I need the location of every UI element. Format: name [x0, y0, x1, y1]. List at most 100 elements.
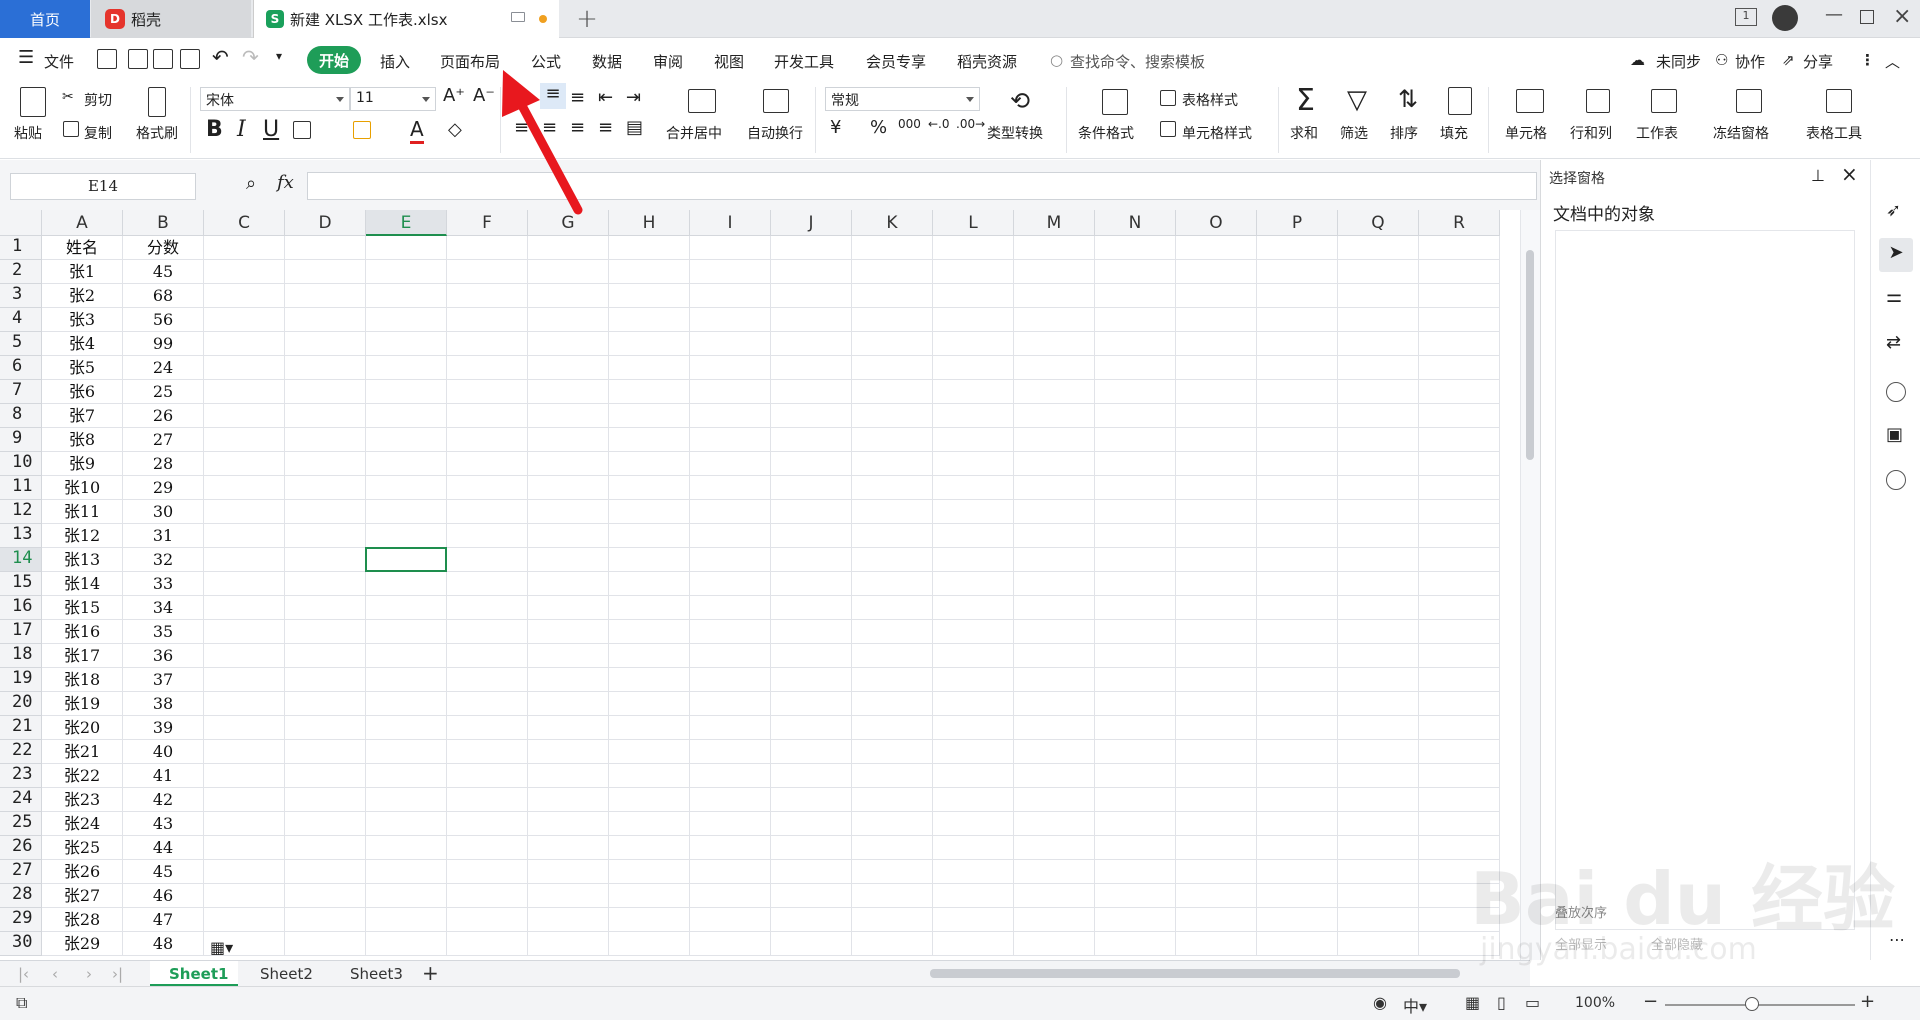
table-cell[interactable] — [285, 428, 366, 452]
table-cell[interactable]: 张15 — [42, 596, 123, 620]
table-cell[interactable] — [447, 908, 528, 932]
table-cell[interactable] — [1095, 884, 1176, 908]
table-cell[interactable] — [1095, 836, 1176, 860]
table-cell[interactable] — [1257, 908, 1338, 932]
table-cell[interactable] — [1176, 380, 1257, 404]
restore-icon[interactable] — [1860, 10, 1874, 24]
table-cell[interactable] — [1014, 572, 1095, 596]
table-cell[interactable] — [285, 860, 366, 884]
table-cell[interactable] — [771, 884, 852, 908]
table-cell[interactable] — [690, 764, 771, 788]
table-cell[interactable] — [204, 428, 285, 452]
avatar[interactable] — [1772, 5, 1798, 31]
window-count-icon[interactable]: 1 — [1735, 8, 1757, 26]
table-cell[interactable] — [771, 524, 852, 548]
table-cell[interactable] — [1014, 308, 1095, 332]
table-cell[interactable] — [933, 908, 1014, 932]
table-cell[interactable] — [609, 428, 690, 452]
table-cell[interactable] — [1419, 524, 1500, 548]
table-cell[interactable] — [1257, 692, 1338, 716]
table-cell[interactable]: 35 — [123, 620, 204, 644]
table-cell[interactable] — [204, 524, 285, 548]
table-cell[interactable] — [771, 404, 852, 428]
table-cell[interactable] — [771, 284, 852, 308]
table-cell[interactable] — [1014, 644, 1095, 668]
table-cell[interactable]: 48 — [123, 932, 204, 956]
zoom-slider[interactable] — [1665, 1004, 1855, 1006]
table-cell[interactable] — [609, 668, 690, 692]
table-cell[interactable] — [528, 932, 609, 956]
table-tools-button[interactable]: 表格工具 — [1806, 123, 1862, 143]
row-header[interactable]: 2 — [0, 260, 42, 284]
lightning-icon[interactable] — [1886, 470, 1906, 490]
table-cell[interactable] — [933, 764, 1014, 788]
table-cell[interactable] — [852, 716, 933, 740]
table-cell[interactable] — [285, 404, 366, 428]
table-cell[interactable] — [771, 932, 852, 956]
table-cell[interactable] — [852, 908, 933, 932]
cell-button[interactable]: 单元格 — [1505, 123, 1547, 143]
table-cell[interactable] — [1176, 308, 1257, 332]
table-cell[interactable] — [1338, 692, 1419, 716]
table-cell[interactable] — [1419, 260, 1500, 284]
table-cell[interactable] — [1095, 788, 1176, 812]
table-cell[interactable] — [1095, 308, 1176, 332]
column-header-G[interactable]: G — [528, 210, 609, 236]
table-cell[interactable]: 39 — [123, 716, 204, 740]
table-cell[interactable] — [1014, 500, 1095, 524]
row-header[interactable]: 24 — [0, 788, 42, 812]
table-cell[interactable] — [1176, 740, 1257, 764]
table-cell[interactable] — [690, 668, 771, 692]
redo-icon[interactable]: ↷ — [242, 45, 259, 69]
table-cell[interactable] — [204, 404, 285, 428]
table-cell[interactable] — [366, 260, 447, 284]
table-cell[interactable] — [204, 284, 285, 308]
table-cell[interactable] — [1014, 860, 1095, 884]
table-cell[interactable] — [933, 788, 1014, 812]
table-cell[interactable] — [1176, 428, 1257, 452]
table-cell[interactable] — [1419, 572, 1500, 596]
table-cell[interactable] — [771, 572, 852, 596]
table-cell[interactable] — [771, 788, 852, 812]
table-cell[interactable] — [366, 596, 447, 620]
table-cell[interactable] — [528, 356, 609, 380]
table-cell[interactable]: 32 — [123, 548, 204, 572]
table-cell[interactable]: 38 — [123, 692, 204, 716]
table-cell[interactable] — [1014, 884, 1095, 908]
table-cell[interactable] — [771, 716, 852, 740]
sync-status[interactable]: 未同步 — [1656, 51, 1701, 72]
table-cell[interactable] — [1257, 812, 1338, 836]
currency-icon[interactable]: ¥ — [830, 117, 841, 138]
table-cell[interactable] — [1014, 380, 1095, 404]
table-cell[interactable]: 34 — [123, 596, 204, 620]
table-cell[interactable] — [933, 692, 1014, 716]
table-cell[interactable] — [1338, 908, 1419, 932]
table-cell[interactable] — [366, 764, 447, 788]
name-box[interactable]: E14 — [10, 173, 196, 200]
align-middle-icon[interactable]: ≡ — [540, 83, 566, 109]
table-cell[interactable] — [528, 716, 609, 740]
table-cell[interactable] — [1338, 764, 1419, 788]
menu-insert[interactable]: 插入 — [380, 51, 410, 72]
table-cell[interactable] — [1014, 764, 1095, 788]
font-name-select[interactable]: 宋体 — [200, 87, 350, 111]
table-cell[interactable] — [609, 716, 690, 740]
table-cell[interactable] — [1419, 500, 1500, 524]
table-cell[interactable] — [285, 332, 366, 356]
table-cell[interactable] — [1176, 716, 1257, 740]
row-header[interactable]: 15 — [0, 572, 42, 596]
table-cell[interactable] — [204, 356, 285, 380]
table-cell[interactable] — [1338, 308, 1419, 332]
table-cell[interactable] — [1095, 908, 1176, 932]
table-cell[interactable] — [447, 764, 528, 788]
table-cell[interactable] — [204, 260, 285, 284]
table-cell[interactable] — [1419, 620, 1500, 644]
table-cell[interactable]: 56 — [123, 308, 204, 332]
table-cell[interactable] — [366, 836, 447, 860]
tab-file[interactable]: S 新建 XLSX 工作表.xlsx — [253, 0, 559, 38]
table-cell[interactable] — [366, 356, 447, 380]
decrease-decimal-icon[interactable]: .00→ — [956, 117, 985, 131]
tab-home[interactable]: 首页 — [0, 0, 90, 38]
command-search-input[interactable]: 查找命令、搜索模板 — [1070, 51, 1205, 72]
table-cell[interactable] — [933, 404, 1014, 428]
